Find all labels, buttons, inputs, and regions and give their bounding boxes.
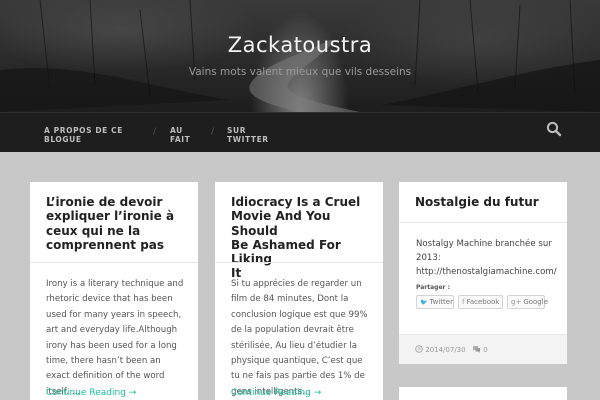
body-line: Nostalgy Machine branchée sur [416,239,552,249]
post-title-line: L’ironie de devoir [46,195,163,209]
google-plus-icon: g+ [511,298,522,306]
excerpt-line: physique quantique, C’est que [231,356,363,367]
nav-item-sur-twitter[interactable]: Sur Twitter [227,126,269,144]
excerpt-line: irony has been used for a long [46,340,177,351]
excerpt-line: conclusion logique est que 99% [231,309,368,320]
excerpt-line: exact definition of the word [46,371,165,382]
post-title-line: Movie And You Should [231,209,331,238]
body-line[interactable]: http://thenostalgiamachine.com/ [416,265,566,279]
card-divider [215,262,383,263]
site-title[interactable]: Zackatoustra [0,33,600,57]
post-title-line: expliquer l’ironie à [46,209,175,224]
nav-separator: / [211,127,215,137]
comments-meta[interactable]: 0 [472,345,488,354]
excerpt-line: stérilisée, Au lieu d’étudier la [231,340,357,351]
share-button-label: Twitter [429,298,453,306]
post-title-line: Idiocracy Is a Cruel [231,195,361,209]
excerpt-line: de la population devrait être [231,325,354,336]
body-line: 2013: [416,253,441,263]
post-title[interactable]: Idiocracy Is a Cruel Movie And You Shoul… [231,195,381,281]
nav-item-label: fait [170,135,191,144]
share-twitter-button[interactable]: 🐦 Twitter [416,295,454,309]
excerpt-line: tu ne fais pas partie des 1% de [231,371,365,382]
excerpt-line: rhetoric device that has been [46,294,173,305]
comment-count: 0 [483,346,488,354]
date-meta[interactable]: 2014/07/30 [415,345,466,354]
nav-item-label: blogue [44,135,82,144]
share-button-label: Google [523,298,548,306]
comment-icon [473,346,480,353]
share-label: Partager : [416,284,450,291]
post-meta-bar: 2014/07/30 0 [399,334,567,364]
excerpt-line: film de 84 minutes, Dont la [231,294,349,305]
next-post-card [399,387,567,400]
excerpt-line: used for many years in speech, [46,309,182,320]
post-title-line: ceux qui ne la [46,223,141,238]
nav-separator: / [153,127,157,137]
post-title[interactable]: L’ironie de devoir expliquer l’ironie à … [46,195,191,252]
nav-item-au-fait[interactable]: Au fait [170,126,190,144]
card-divider [399,222,567,223]
excerpt-line: Irony is a literary technique and [46,279,184,289]
post-excerpt: Si tu apprécies de regarder un film de 8… [231,277,381,400]
excerpt-line: Si tu apprécies de regarder un [231,279,362,289]
twitter-icon: 🐦 [420,299,428,306]
excerpt-line: art and everyday life.Although [46,325,178,336]
nav-item-label: Au [170,126,183,135]
continue-reading-link[interactable]: Continue Reading → [231,388,321,398]
site-header: Zackatoustra Vains mots valent mieux que… [0,0,600,112]
clock-icon [415,345,423,353]
card-divider [30,262,198,263]
post-title-line: comprennent pas [46,237,165,252]
nav-item-label: Twitter [227,135,269,144]
post-date: 2014/07/30 [425,346,466,354]
continue-reading-link[interactable]: Continue Reading → [46,388,136,398]
share-button-label: Facebook [466,298,500,306]
nav-item-label: Sur [227,126,247,135]
site-description: Vains mots valent mieux que vils dessein… [188,66,412,78]
facebook-icon: f [462,298,465,306]
share-google-button[interactable]: g+ Google [507,295,548,309]
search-icon[interactable] [545,120,563,138]
nav-item-a-propos[interactable]: A propos de ce blogue [44,126,123,144]
excerpt-line: time, there hasn’t been an [46,356,161,367]
post-card: L’ironie de devoir expliquer l’ironie à … [30,182,198,400]
nav-item-label: A propos de ce [44,126,123,135]
aside-post-body: Nostalgy Machine branchée sur 2013: http… [416,237,566,279]
aside-post-title[interactable]: Nostalgie du futur [415,195,560,209]
post-excerpt: Irony is a literary technique and rhetor… [46,277,196,400]
main-navigation: A propos de ce blogue / Au fait / Sur Tw… [0,112,600,152]
post-card: Idiocracy Is a Cruel Movie And You Shoul… [215,182,383,400]
share-facebook-button[interactable]: f Facebook [458,295,503,309]
